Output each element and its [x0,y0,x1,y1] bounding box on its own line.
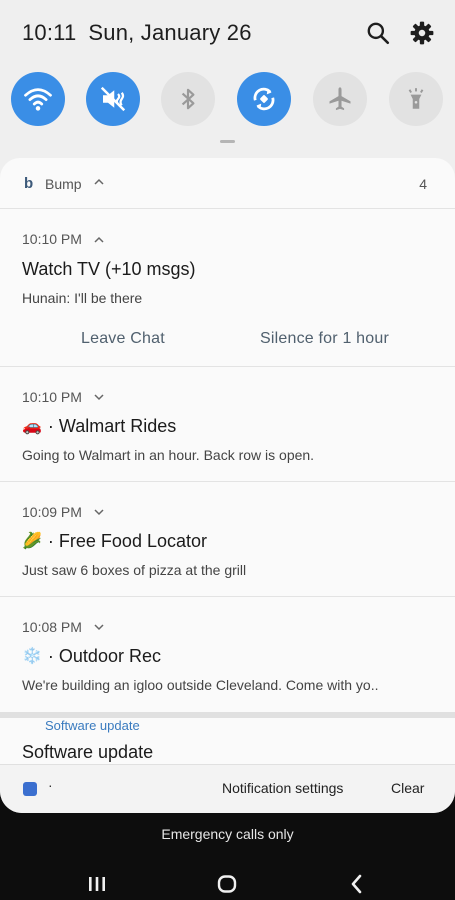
chevron-down-icon[interactable] [94,394,104,401]
notification-body: We're building an igloo outside Clevelan… [22,677,379,693]
app-icon: b [24,175,34,192]
search-icon[interactable] [365,20,391,46]
bluetooth-icon [181,88,195,110]
software-update-notification[interactable]: Software update Software update [0,718,455,764]
group-header[interactable]: b Bump 4 [0,158,455,209]
notification-time: 10:10 PM [22,389,82,405]
software-update-title: Software update [22,742,154,762]
leave-chat-button[interactable]: Leave Chat [81,330,165,348]
notification-body: Hunain: I'll be there [22,290,143,306]
notification-title-row: 🚗 · Walmart Rides [22,416,176,437]
notification-title: · Free Food Locator [47,531,207,551]
footer-separator: · [48,777,53,793]
airplane-icon [329,87,351,111]
wifi-icon [24,88,52,111]
shade-footer: · Notification settings Clear [0,764,455,813]
notification-count: 4 [419,176,427,192]
chevron-up-icon[interactable] [94,236,104,243]
notification-outdoor-rec[interactable]: 10:08 PM ❄️ · Outdoor Rec We're building … [0,597,455,712]
notification-title-row: ❄️ · Outdoor Rec [22,646,161,667]
wifi-toggle[interactable] [11,72,65,126]
date: Sun, January 26 [88,20,252,45]
mute-vibrate-icon [100,86,126,112]
software-update-app-label: Software update [45,718,140,733]
flashlight-icon [408,88,424,109]
snowflake-emoji-icon: ❄️ [22,648,42,665]
notification-title: Watch TV (+10 msgs) [22,259,196,279]
drag-handle[interactable] [220,140,235,143]
back-icon[interactable] [345,872,369,896]
flashlight-toggle[interactable] [389,72,443,126]
app-badge-icon [23,782,37,796]
gear-icon[interactable] [409,20,435,46]
chevron-down-icon[interactable] [94,509,104,516]
recent-apps-icon[interactable] [85,872,109,896]
quick-settings [0,72,455,126]
notification-body: Going to Walmart in an hour. Back row is… [22,447,315,463]
notification-title: · Walmart Rides [47,416,177,436]
notification-time: 10:10 PM [22,231,82,247]
notification-title: · Outdoor Rec [47,646,161,666]
notification-walmart-rides[interactable]: 10:10 PM 🚗 · Walmart Rides Going to Walma… [0,367,455,482]
notification-time: 10:09 PM [22,504,82,520]
airplane-toggle[interactable] [313,72,367,126]
notification-title-row: 🌽 · Free Food Locator [22,531,207,552]
emergency-calls-text: Emergency calls only [161,826,294,842]
chevron-up-icon[interactable] [94,178,104,186]
notification-watch-tv[interactable]: 10:10 PM Watch TV (+10 msgs) Hunain: I'l… [0,209,455,367]
home-icon[interactable] [215,872,239,896]
notification-shade: 10:11 Sun, January 26 b Bump 4 10:10 PM … [0,0,455,813]
silence-button[interactable]: Silence for 1 hour [260,330,389,348]
chevron-down-icon[interactable] [94,624,104,631]
notification-free-food[interactable]: 10:09 PM 🌽 · Free Food Locator Just saw 6… [0,482,455,597]
notification-time: 10:08 PM [22,619,82,635]
notification-body: Just saw 6 boxes of pizza at the grill [22,562,247,578]
corn-emoji-icon: 🌽 [22,533,42,550]
car-emoji-icon: 🚗 [22,418,42,435]
bluetooth-toggle[interactable] [161,72,215,126]
bump-notification-group: b Bump 4 10:10 PM Watch TV (+10 msgs) Hu… [0,158,455,714]
notification-settings-button[interactable]: Notification settings [222,780,343,796]
clock: 10:11 [22,20,77,45]
clear-button[interactable]: Clear [391,780,424,796]
app-name: Bump [45,176,82,192]
status-bar: 10:11 Sun, January 26 [22,20,264,46]
auto-rotate-toggle[interactable] [237,72,291,126]
auto-rotate-icon [253,87,275,111]
sound-toggle[interactable] [86,72,140,126]
